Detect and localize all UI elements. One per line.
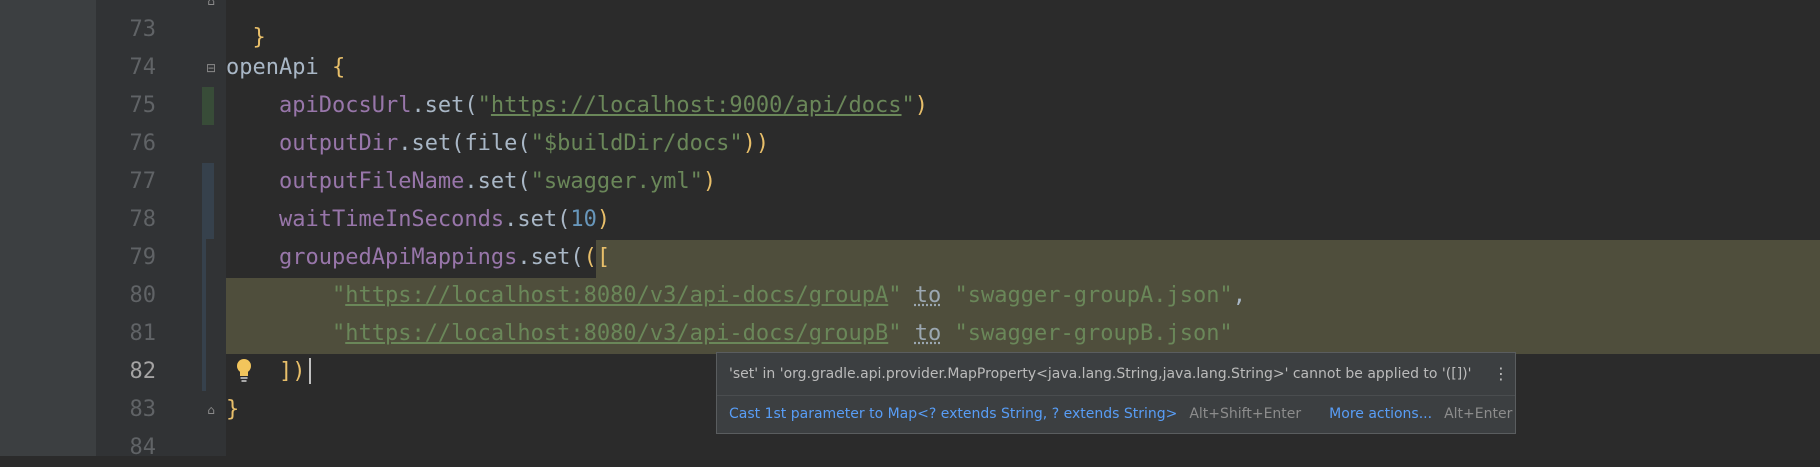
code-line-72[interactable]: } [226,0,266,50]
more-actions-shortcut: Alt+Enter [1444,406,1513,422]
code-token: "$buildDir/docs" [530,131,743,156]
code-link[interactable]: https://localhost:8080/v3/api-docs/group… [345,283,888,308]
code-token: " [901,93,915,118]
quick-fix-shortcut: Alt+Shift+Enter [1189,406,1302,422]
vcs-modified-marker[interactable] [202,239,206,391]
code-token: .set( [464,169,531,194]
code-token: )) [742,131,770,156]
code-token: waitTimeInSeconds [278,207,505,232]
text-caret [309,358,311,384]
code-token: "swagger.yml" [530,169,703,194]
code-line-80[interactable]: "https://localhost:8080/v3/api-docs/grou… [226,277,1246,315]
code-token: ) [702,169,717,194]
line-number: 77 [129,169,157,194]
code-line-78[interactable]: waitTimeInSeconds.set(10) [226,201,610,239]
code-line-83[interactable]: } [226,391,239,429]
code-token: file( [464,131,531,156]
code-token: { [331,55,346,80]
code-line-75[interactable]: apiDocsUrl.set("https://localhost:9000/a… [226,87,928,125]
kebab-vertical-icon[interactable]: ⋮ [1493,363,1509,385]
code-token: .set( [504,207,571,232]
code-token: .set( [411,93,478,118]
code-token: " [888,321,902,346]
popup-actions: Cast 1st parameter to Map<? extends Stri… [729,396,1512,432]
code-token: " [331,321,346,346]
code-line-76[interactable]: outputDir.set(file("$buildDir/docs")) [226,125,769,163]
fold-end-icon[interactable]: ⌂ [204,403,218,417]
code-token: "swagger-groupA.json" [954,283,1233,308]
code-link[interactable]: https://localhost:8080/v3/api-docs/group… [345,321,888,346]
fold-start-icon[interactable]: ⊟ [204,61,218,75]
code-token: ) [914,93,929,118]
code-link[interactable]: https://localhost:9000/api/docs [491,93,902,118]
code-token: } [252,25,266,50]
code-token: ([ [583,245,611,270]
line-number: 80 [129,283,157,308]
selection-highlight [596,240,1820,278]
line-number: 74 [129,55,157,80]
code-token: .set( [398,131,465,156]
code-token: " [888,283,902,308]
line-number: 78 [129,207,157,232]
line-number: 76 [129,131,157,156]
quick-fix-link[interactable]: Cast 1st parameter to Map<? extends Stri… [729,406,1177,422]
more-actions-link[interactable]: More actions... [1329,406,1432,422]
vcs-added-marker[interactable] [202,87,214,125]
code-line-74[interactable]: openApi { [226,49,345,87]
lightbulb-icon[interactable] [234,357,254,383]
line-number: 75 [129,93,157,118]
line-number: 83 [129,397,157,422]
code-token: } [226,397,240,422]
line-number: 84 [129,435,157,460]
code-token: " [331,283,346,308]
line-number-current: 82 [129,359,157,384]
code-token: ) [596,207,611,232]
code-line-77[interactable]: outputFileName.set("swagger.yml") [226,163,716,201]
code-line-81[interactable]: "https://localhost:8080/v3/api-docs/grou… [226,315,1233,353]
code-token: apiDocsUrl [278,93,412,118]
vcs-modified-marker[interactable] [202,163,214,239]
code-line-79[interactable]: groupedApiMappings.set(([ [226,239,610,277]
fold-end-icon[interactable]: ⌂ [204,0,218,8]
left-tool-strip [0,0,96,456]
code-token: outputFileName [278,169,465,194]
code-token: groupedApiMappings [278,245,518,270]
code-token: , [1232,283,1246,308]
code-token: ]) [278,359,306,384]
line-number: 73 [129,17,157,42]
error-message: 'set' in 'org.gradle.api.provider.MapPro… [729,366,1472,382]
code-token: openApi [226,55,319,80]
line-number: 79 [129,245,157,270]
code-token: to [914,283,942,308]
left-tool-strip-edge [96,0,106,456]
code-token: 10 [570,207,597,232]
code-token: to [914,321,942,346]
line-number: 81 [129,321,157,346]
code-token: " [477,93,491,118]
code-token: "swagger-groupB.json" [954,321,1233,346]
intention-popup: 'set' in 'org.gradle.api.provider.MapPro… [716,352,1516,434]
code-token: outputDir [278,131,399,156]
code-token: .set( [517,245,584,270]
